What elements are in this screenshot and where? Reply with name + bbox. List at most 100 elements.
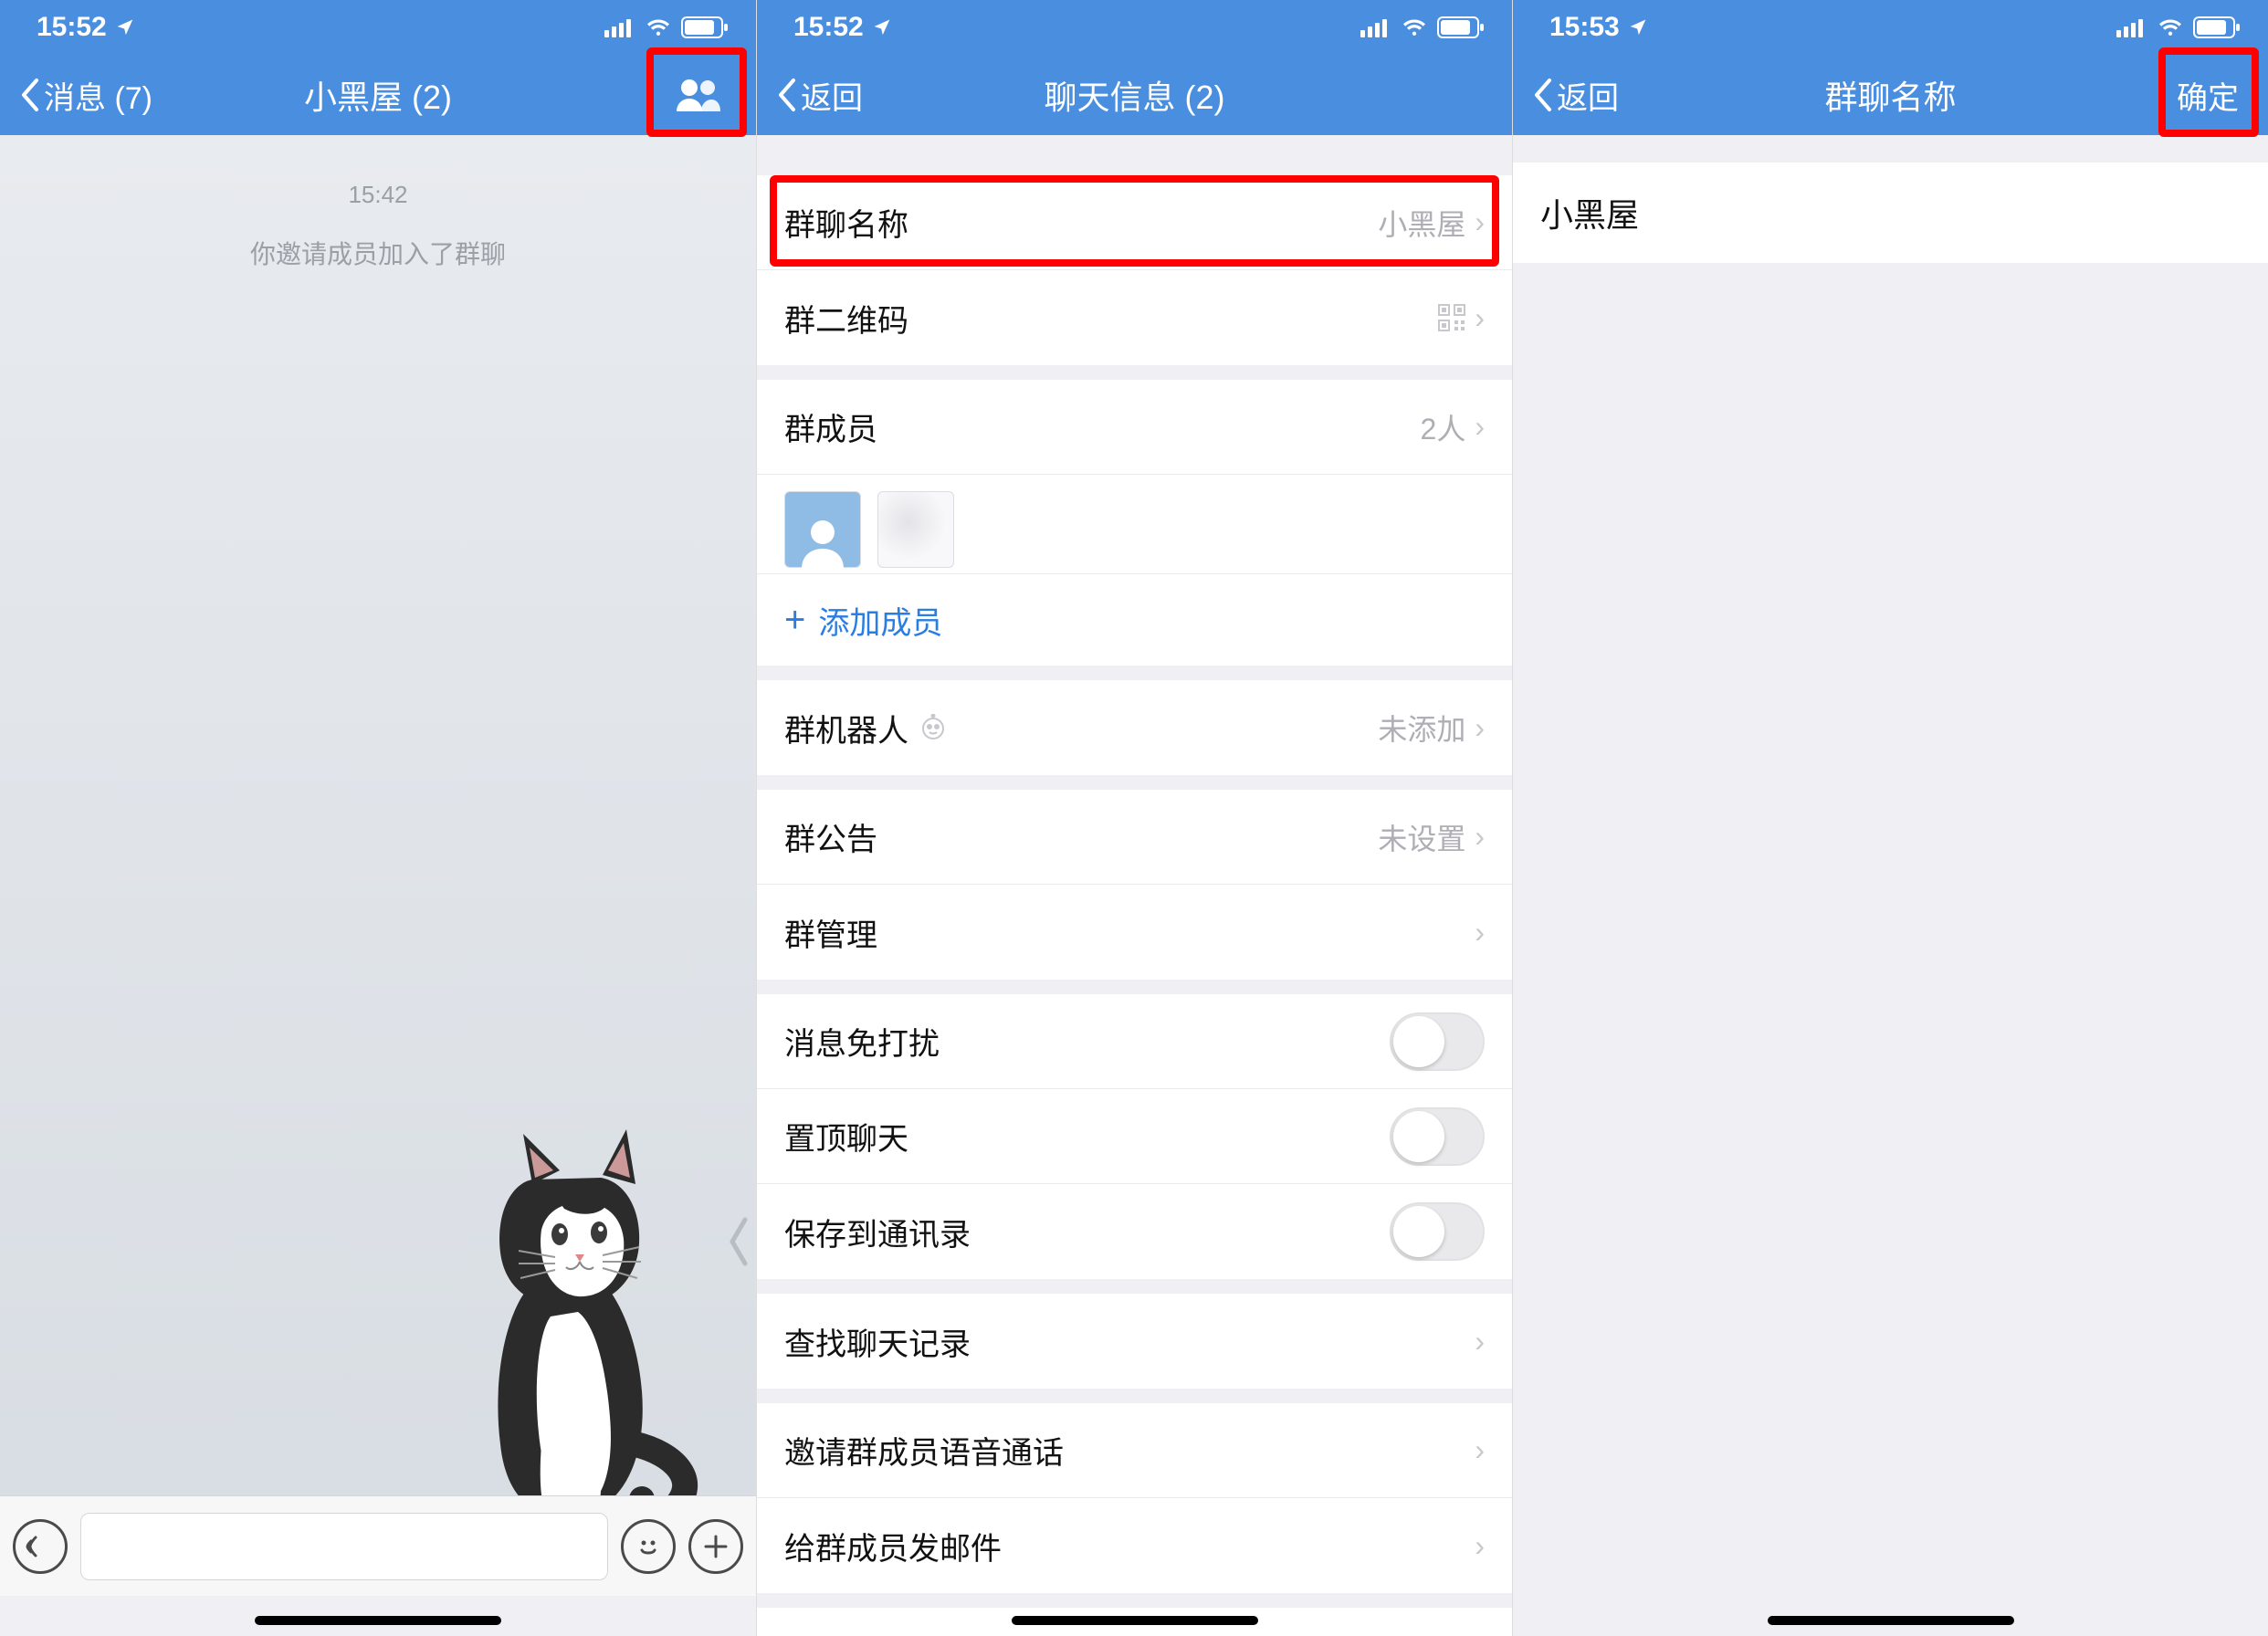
qr-icon	[1438, 304, 1465, 331]
settings-list[interactable]: 群聊名称 小黑屋 › 群二维码 › 群成员 2人 ›	[757, 135, 1512, 1636]
group-members-icon-button[interactable]	[657, 65, 738, 125]
status-bar: 15:53	[1513, 0, 2268, 55]
row-label: 置顶聊天	[784, 1114, 908, 1159]
row-manage[interactable]: 群管理 ›	[757, 885, 1512, 980]
toggle-pin[interactable]	[1390, 1107, 1485, 1166]
chat-area[interactable]: 15:42 你邀请成员加入了群聊	[0, 135, 756, 1536]
row-pin[interactable]: 置顶聊天	[757, 1089, 1512, 1184]
nav-back-label: 返回	[1557, 73, 1619, 118]
screen-chat-info: 15:52 返回 聊天信息 (2) 群聊名称 小黑屋 ›	[756, 0, 1512, 1636]
members-avatars	[757, 475, 1512, 574]
row-announcement[interactable]: 群公告 未设置 ›	[757, 790, 1512, 885]
row-label: 邀请群成员语音通话	[784, 1428, 1064, 1473]
wifi-icon	[1401, 17, 1428, 37]
add-button[interactable]	[688, 1519, 743, 1574]
chevron-right-icon: ›	[1475, 711, 1485, 745]
message-input[interactable]	[80, 1513, 608, 1580]
chevron-right-icon: ›	[1475, 301, 1485, 335]
status-time: 15:53	[1549, 12, 1620, 43]
row-label: 群管理	[784, 910, 877, 955]
row-value: 小黑屋	[1378, 202, 1465, 244]
row-robot[interactable]: 群机器人 未添加 ›	[757, 680, 1512, 775]
row-label: 消息免打扰	[784, 1019, 940, 1064]
row-label: 群聊名称	[784, 200, 908, 245]
edit-area	[1513, 163, 2268, 1636]
row-label: 群机器人	[784, 706, 908, 750]
home-indicator[interactable]	[1012, 1616, 1258, 1625]
row-qr-code[interactable]: 群二维码 ›	[757, 270, 1512, 365]
location-icon	[116, 12, 134, 43]
row-members[interactable]: 群成员 2人 ›	[757, 380, 1512, 475]
chevron-right-icon: ›	[1475, 1325, 1485, 1358]
nav-title: 小黑屋 (2)	[304, 71, 452, 119]
voice-icon	[26, 1532, 55, 1561]
row-value: 未设置	[1378, 816, 1465, 858]
chat-timestamp: 15:42	[348, 181, 407, 209]
nav-back-button[interactable]: 消息 (7)	[18, 73, 183, 118]
voice-input-button[interactable]	[13, 1519, 68, 1574]
location-icon	[1629, 12, 1647, 43]
status-bar: 15:52	[0, 0, 756, 55]
nav-title: 群聊名称	[1824, 71, 1956, 119]
plus-icon: +	[784, 600, 805, 641]
group-name-input[interactable]	[1540, 194, 2241, 232]
chevron-right-icon: ›	[1475, 916, 1485, 949]
chevron-right-icon: ›	[1475, 1433, 1485, 1467]
cat-illustration	[373, 988, 738, 1536]
battery-icon	[681, 16, 729, 38]
row-invite-voice[interactable]: 邀请群成员语音通话 ›	[757, 1403, 1512, 1498]
battery-icon	[1437, 16, 1485, 38]
member-avatar[interactable]	[784, 491, 861, 568]
screen-chat: 15:52 消息 (7) 小黑屋 (2)	[0, 0, 756, 1636]
confirm-button[interactable]: 确定	[2166, 68, 2250, 123]
chevron-right-icon: ›	[1475, 410, 1485, 444]
nav-back-label: 消息 (7)	[44, 73, 152, 118]
toggle-mute[interactable]	[1390, 1012, 1485, 1071]
signal-icon	[604, 17, 635, 37]
home-indicator[interactable]	[1768, 1616, 2014, 1625]
nav-back-label: 返回	[801, 73, 863, 118]
signal-icon	[1360, 17, 1391, 37]
row-mute[interactable]: 消息免打扰	[757, 994, 1512, 1089]
row-label: 群成员	[784, 404, 877, 449]
nav-title: 聊天信息 (2)	[1044, 71, 1224, 119]
row-save-contacts[interactable]: 保存到通讯录	[757, 1184, 1512, 1279]
chevron-right-icon: ›	[1475, 205, 1485, 239]
row-value: 未添加	[1378, 707, 1465, 749]
nav-back-button[interactable]: 返回	[1531, 73, 1696, 118]
wifi-icon	[645, 17, 672, 37]
row-send-email[interactable]: 给群成员发邮件 ›	[757, 1498, 1512, 1593]
row-add-member[interactable]: + 添加成员	[757, 574, 1512, 666]
home-indicator[interactable]	[255, 1616, 501, 1625]
row-label: 添加成员	[818, 598, 942, 643]
row-label: 给群成员发邮件	[784, 1524, 1002, 1568]
chevron-right-icon: ›	[1475, 820, 1485, 854]
row-label: 群公告	[784, 814, 877, 859]
member-avatar[interactable]	[877, 491, 954, 568]
side-handle[interactable]	[719, 1169, 756, 1315]
smile-icon	[633, 1531, 664, 1562]
row-value: 2人	[1421, 406, 1466, 448]
row-group-name[interactable]: 群聊名称 小黑屋 ›	[757, 175, 1512, 270]
nav-bar: 返回 聊天信息 (2)	[757, 55, 1512, 135]
signal-icon	[2116, 17, 2147, 37]
status-time: 15:52	[37, 12, 107, 43]
chevron-right-icon: ›	[1475, 1529, 1485, 1563]
row-label: 查找聊天记录	[784, 1319, 971, 1364]
input-bar	[0, 1495, 756, 1596]
row-search-history[interactable]: 查找聊天记录 ›	[757, 1294, 1512, 1389]
screen-edit-group-name: 15:53 返回 群聊名称 确定	[1512, 0, 2268, 1636]
status-time: 15:52	[793, 12, 864, 43]
status-bar: 15:52	[757, 0, 1512, 55]
plus-icon	[702, 1533, 730, 1560]
chat-system-message: 你邀请成员加入了群聊	[250, 235, 506, 271]
people-icon	[673, 77, 722, 113]
row-label: 保存到通讯录	[784, 1210, 971, 1254]
status-icons	[1360, 16, 1485, 38]
battery-icon	[2193, 16, 2241, 38]
status-icons	[2116, 16, 2241, 38]
emoji-button[interactable]	[621, 1519, 676, 1574]
toggle-save-contacts[interactable]	[1390, 1202, 1485, 1261]
nav-back-button[interactable]: 返回	[775, 73, 940, 118]
nav-bar: 消息 (7) 小黑屋 (2)	[0, 55, 756, 135]
